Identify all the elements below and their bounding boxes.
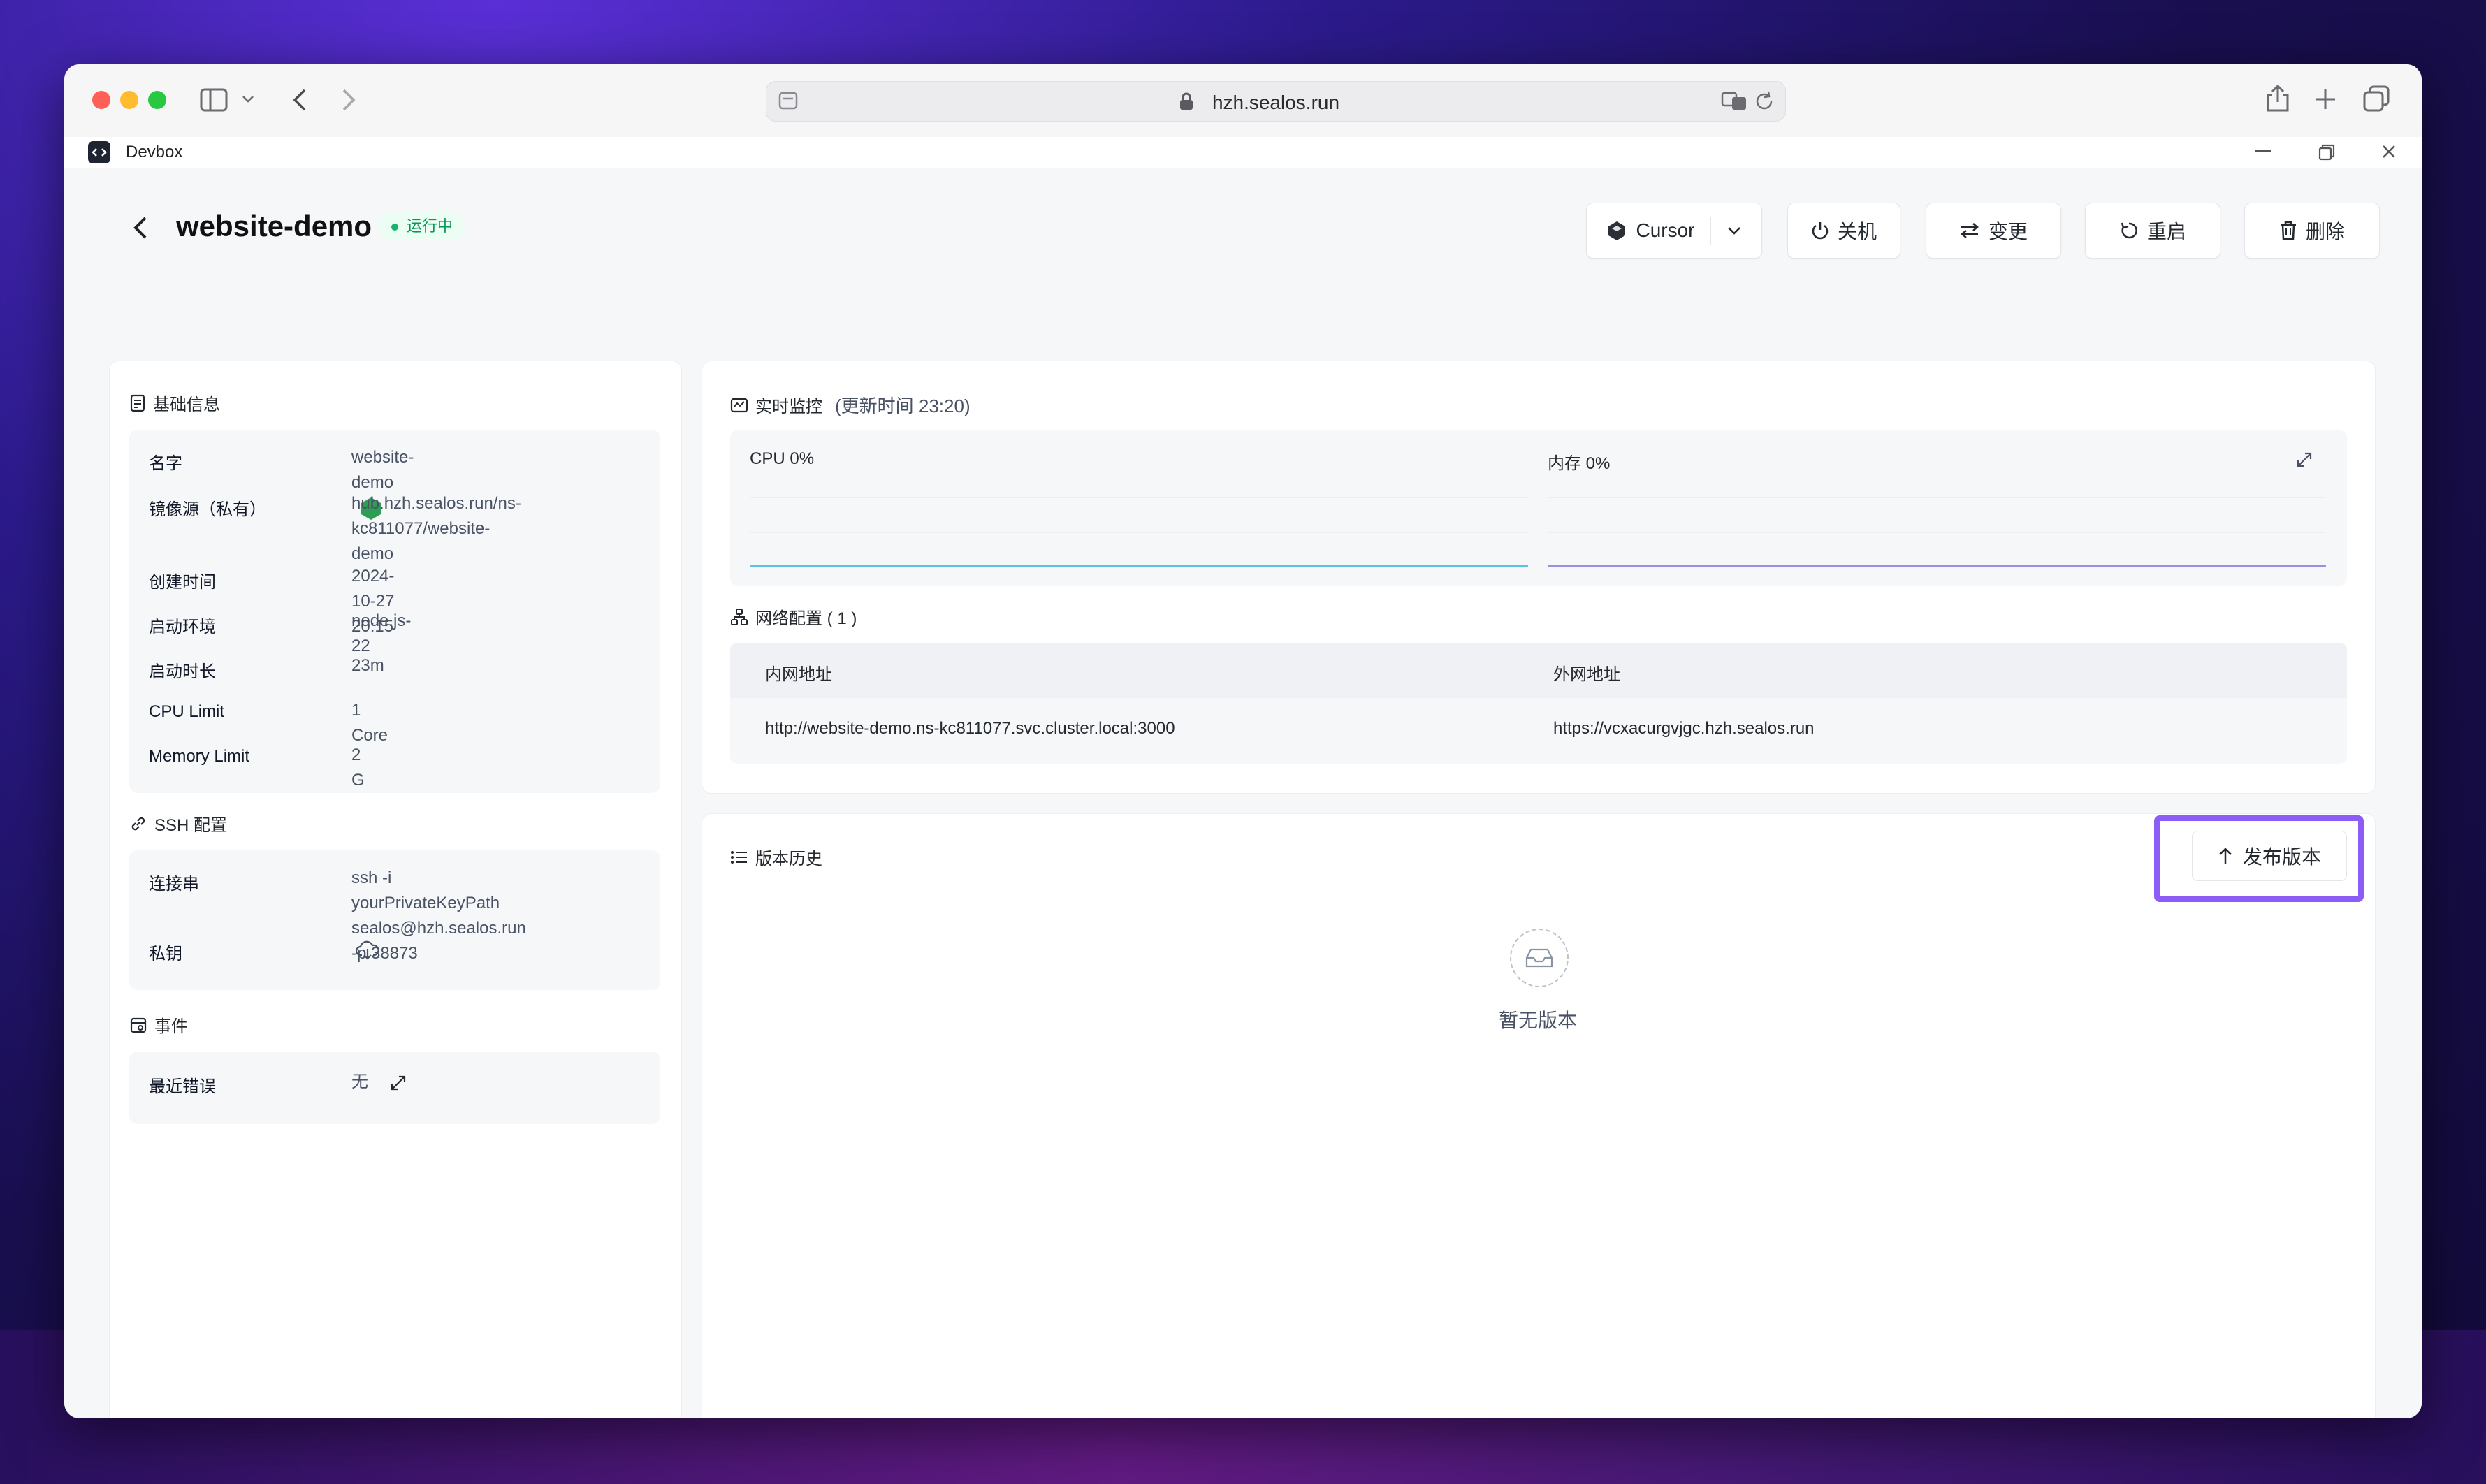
swap-arrows-icon	[1961, 223, 1979, 238]
app-titlebar: Devbox	[64, 137, 2422, 168]
restart-button[interactable]: 重启	[2085, 203, 2220, 259]
cpu-usage-label: CPU 0%	[750, 449, 815, 468]
share-icon[interactable]	[2265, 84, 2290, 113]
empty-inbox-icon	[1510, 929, 1569, 987]
close-icon[interactable]	[2381, 144, 2397, 159]
chevron-down-icon[interactable]	[242, 95, 254, 103]
memory-gridline	[1548, 497, 2326, 498]
ssh-box: 连接串 ssh -i yourPrivateKeyPath sealos@hzh…	[129, 850, 660, 990]
network-table-row: http://website-demo.ns-kc811077.svc.clus…	[730, 698, 2347, 764]
ide-label: Cursor	[1636, 219, 1695, 241]
browser-toolbar: hzh.sealos.run	[64, 64, 2422, 138]
calendar-icon	[130, 1017, 147, 1033]
basic-info-heading: 基础信息	[129, 391, 220, 415]
internal-address[interactable]: http://website-demo.ns-kc811077.svc.clus…	[765, 719, 1175, 739]
restart-icon	[2121, 222, 2137, 239]
memory-usage-label: 内存 0%	[1548, 454, 1611, 473]
info-panel: 基础信息 名字 website-demo 镜像源（私有） hub.hzh.sea	[109, 361, 682, 1418]
network-icon	[731, 608, 748, 625]
document-icon	[130, 394, 145, 412]
events-box: 最近错误 无	[129, 1052, 660, 1124]
monitor-chart-icon	[730, 398, 748, 412]
forward-nav-icon[interactable]	[341, 88, 356, 112]
back-arrow-icon[interactable]	[131, 214, 150, 242]
back-nav-icon[interactable]	[292, 88, 307, 112]
status-badge: 运行中	[379, 212, 466, 240]
expand-icon[interactable]	[388, 1072, 409, 1093]
memory-gridline	[1548, 532, 2326, 533]
monitor-heading: 实时监控 (更新时间 23:20)	[730, 392, 971, 418]
delete-button[interactable]: 删除	[2244, 203, 2380, 259]
ide-select-button[interactable]: Cursor	[1586, 203, 1762, 259]
cloud-download-icon[interactable]	[356, 940, 379, 961]
events-heading: 事件	[129, 1012, 188, 1037]
divider	[1710, 217, 1711, 245]
minimize-icon[interactable]	[2255, 150, 2271, 152]
change-button[interactable]: 变更	[1926, 203, 2061, 259]
shutdown-button[interactable]: 关机	[1787, 203, 1900, 259]
memory-usage-line	[1548, 565, 2326, 567]
expand-icon[interactable]	[2294, 449, 2315, 470]
list-icon	[731, 850, 747, 864]
page-title: website-demo	[176, 210, 372, 242]
monitor-network-panel: 实时监控 (更新时间 23:20) CPU 0% 内存 0% 网络配置 (1 …	[702, 361, 2376, 794]
cpu-gridline	[750, 532, 1528, 533]
tab-overview-icon[interactable]	[2363, 85, 2390, 112]
version-history-panel: 版本历史 发布版本 暂无版本	[702, 813, 2376, 1418]
internal-address-header: 内网地址	[765, 665, 832, 684]
external-address-header: 外网地址	[1553, 665, 1620, 684]
ssh-heading: SSH 配置	[129, 811, 227, 836]
trash-icon	[2280, 221, 2296, 240]
new-tab-icon[interactable]	[2314, 88, 2336, 110]
translate-icon[interactable]	[1721, 90, 1749, 112]
url-text: hzh.sealos.run	[1212, 92, 1340, 113]
devbox-logo-icon	[88, 141, 110, 163]
cpu-usage-line	[750, 565, 1528, 567]
power-icon	[1812, 222, 1829, 240]
address-bar[interactable]: hzh.sealos.run	[766, 81, 1786, 122]
restore-window-icon[interactable]	[2318, 144, 2335, 161]
app-name: Devbox	[126, 143, 183, 161]
cursor-ide-icon	[1608, 221, 1626, 240]
version-history-heading: 版本历史	[730, 845, 822, 869]
link-icon	[131, 817, 145, 830]
close-window-button[interactable]	[92, 91, 110, 109]
arrow-up-icon	[2219, 848, 2232, 864]
cpu-gridline	[750, 497, 1528, 498]
minimize-window-button[interactable]	[120, 91, 138, 109]
zoom-window-button[interactable]	[148, 91, 166, 109]
browser-window: hzh.sealos.run Devbox website-demo 运行中 C…	[64, 64, 2422, 1418]
publish-version-button[interactable]: 发布版本	[2192, 831, 2347, 881]
devbox-detail-page: website-demo 运行中 Cursor 关机 变更 重启 删除 基础信息…	[64, 168, 2422, 1418]
reload-icon[interactable]	[1754, 90, 1775, 112]
network-table-header: 内网地址 外网地址	[730, 643, 2347, 698]
network-heading: 网络配置 ( 1 )	[730, 604, 857, 629]
sidebar-toggle-icon[interactable]	[200, 88, 228, 112]
chevron-down-icon[interactable]	[1727, 226, 1742, 235]
monitor-charts-box: CPU 0% 内存 0%	[730, 430, 2347, 586]
empty-state-text: 暂无版本	[1499, 1010, 1578, 1031]
external-address-link[interactable]: https://vcxacurgvjgc.hzh.sealos.run	[1553, 719, 1815, 739]
basic-info-box: 名字 website-demo 镜像源（私有） hub.hzh.sealos.r…	[129, 430, 660, 793]
